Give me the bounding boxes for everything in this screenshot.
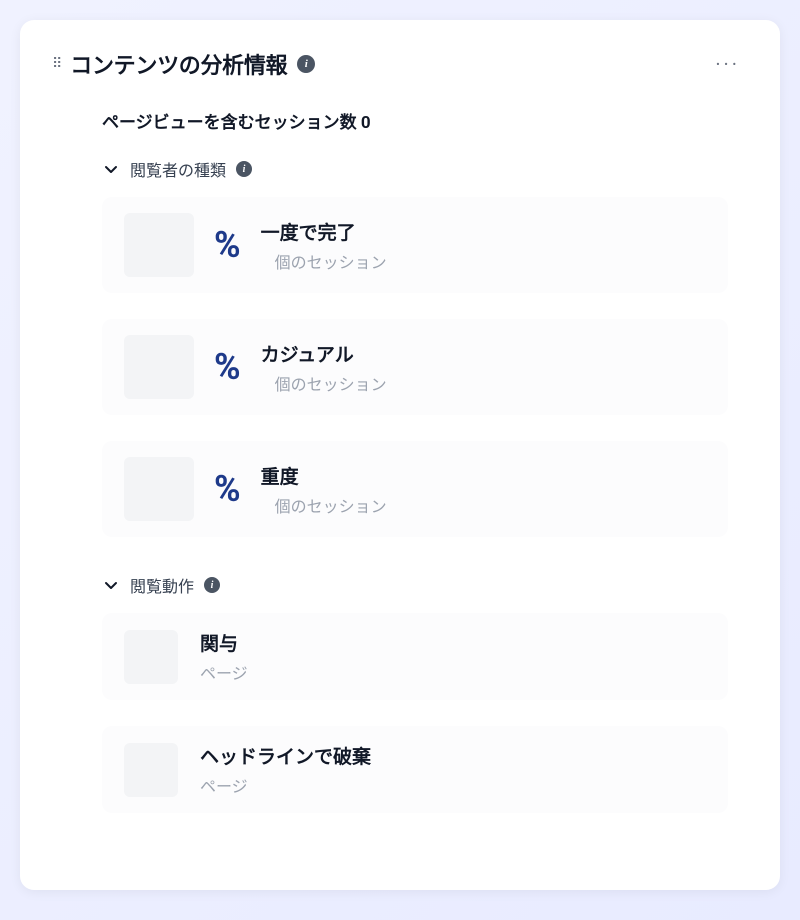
chevron-down-icon <box>102 160 120 178</box>
reader-type-title: 閲覧者の種類 <box>130 157 226 181</box>
reader-type-item[interactable]: % 一度で完了 個のセッション <box>102 197 728 293</box>
behavior-item[interactable]: 関与 ページ <box>102 613 728 700</box>
card-header: ⠿ コンテンツの分析情報 i ··· <box>52 48 748 80</box>
behavior-items: 関与 ページ ヘッドラインで破棄 ページ <box>102 613 728 813</box>
item-sub: 個のセッション <box>261 371 387 395</box>
card-title: コンテンツの分析情報 <box>70 48 287 80</box>
item-label: 一度で完了 <box>261 218 387 245</box>
item-sub: ページ <box>200 773 371 797</box>
reader-type-items: % 一度で完了 個のセッション % カジュアル 個のセッション <box>102 197 728 537</box>
placeholder-icon <box>124 743 178 797</box>
behavior-title: 閲覧動作 <box>130 573 194 597</box>
item-label: 重度 <box>261 462 387 489</box>
item-sub: 個のセッション <box>261 493 387 517</box>
item-sub: 個のセッション <box>261 249 387 273</box>
item-text: ヘッドラインで破棄 ページ <box>200 742 371 797</box>
item-sub: ページ <box>200 660 248 684</box>
placeholder-icon <box>124 335 194 399</box>
behavior-section: 閲覧動作 i 関与 ページ ヘッドラインで破棄 ページ <box>102 573 728 813</box>
item-label: 関与 <box>200 629 248 656</box>
percent-value: % <box>214 349 241 385</box>
item-label: ヘッドラインで破棄 <box>200 742 371 769</box>
info-icon[interactable]: i <box>297 55 315 73</box>
behavior-item[interactable]: ヘッドラインで破棄 ページ <box>102 726 728 813</box>
reader-type-header[interactable]: 閲覧者の種類 i <box>102 157 728 181</box>
info-icon[interactable]: i <box>204 577 220 593</box>
item-label: カジュアル <box>261 340 387 367</box>
item-text: 関与 ページ <box>200 629 248 684</box>
item-text: 一度で完了 個のセッション <box>261 218 387 273</box>
reader-type-section: 閲覧者の種類 i % 一度で完了 個のセッション % カジュアル <box>102 157 728 537</box>
session-summary: ページビューを含むセッション数 0 <box>102 108 728 133</box>
chevron-down-icon <box>102 576 120 594</box>
card-header-left: ⠿ コンテンツの分析情報 i <box>52 48 315 80</box>
sessions-value: 0 <box>361 113 371 133</box>
placeholder-icon <box>124 630 178 684</box>
percent-value: % <box>214 471 241 507</box>
reader-type-item[interactable]: % 重度 個のセッション <box>102 441 728 537</box>
reader-type-item[interactable]: % カジュアル 個のセッション <box>102 319 728 415</box>
placeholder-icon <box>124 457 194 521</box>
percent-value: % <box>214 227 241 263</box>
item-text: カジュアル 個のセッション <box>261 340 387 395</box>
behavior-header[interactable]: 閲覧動作 i <box>102 573 728 597</box>
placeholder-icon <box>124 213 194 277</box>
analytics-card: ⠿ コンテンツの分析情報 i ··· ページビューを含むセッション数 0 閲覧者… <box>20 20 780 890</box>
card-content: ページビューを含むセッション数 0 閲覧者の種類 i % 一度で完了 個のセッシ… <box>52 108 748 813</box>
more-menu-icon[interactable]: ··· <box>707 48 748 80</box>
sessions-label: ページビューを含むセッション数 <box>102 113 357 133</box>
drag-handle-icon[interactable]: ⠿ <box>52 57 60 71</box>
info-icon[interactable]: i <box>236 161 252 177</box>
item-text: 重度 個のセッション <box>261 462 387 517</box>
